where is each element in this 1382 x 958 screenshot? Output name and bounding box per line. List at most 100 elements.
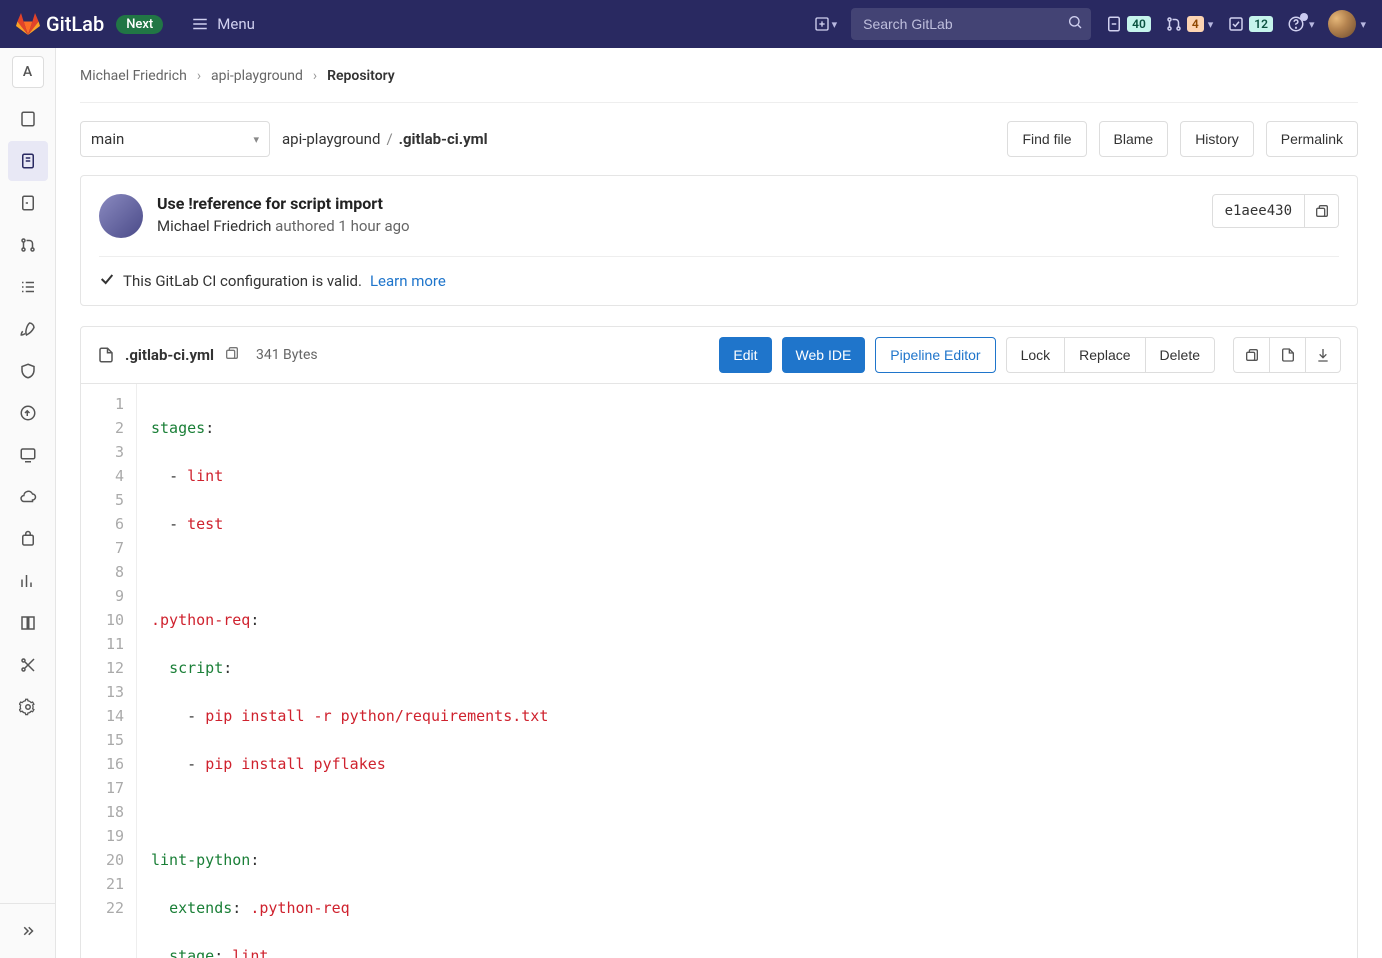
- breadcrumb-current: Repository: [327, 68, 395, 84]
- nav-merge-requests[interactable]: [8, 225, 48, 265]
- deployments-icon: [19, 404, 37, 422]
- issues-shortcut[interactable]: 40: [1105, 15, 1151, 33]
- user-menu[interactable]: ▾: [1328, 10, 1366, 38]
- collapse-sidebar[interactable]: [8, 911, 48, 951]
- issues-count: 40: [1127, 16, 1151, 32]
- nav-wiki[interactable]: [8, 603, 48, 643]
- menu-label: Menu: [217, 15, 255, 33]
- download-button[interactable]: [1305, 337, 1341, 373]
- file-toolbar: main ▾ api-playground / .gitlab-ci.yml F…: [80, 121, 1358, 157]
- hamburger-icon: [191, 15, 209, 33]
- permalink-button[interactable]: Permalink: [1266, 121, 1358, 157]
- breadcrumb-sep: ›: [197, 68, 201, 84]
- create-new-dropdown[interactable]: ▾: [814, 16, 838, 32]
- todos-shortcut[interactable]: 12: [1227, 15, 1273, 33]
- file-actions-group: Lock Replace Delete: [1006, 337, 1215, 373]
- nav-infrastructure[interactable]: [8, 477, 48, 517]
- nav-repository[interactable]: [8, 141, 48, 181]
- main-content: Michael Friedrich › api-playground › Rep…: [56, 48, 1382, 958]
- line-numbers[interactable]: 12345678910111213141516171819202122: [81, 384, 137, 958]
- list-icon: [19, 278, 37, 296]
- file-viewer: .gitlab-ci.yml 341 Bytes Edit Web IDE Pi…: [80, 326, 1358, 958]
- search-icon: [1067, 14, 1083, 34]
- branch-selector[interactable]: main ▾: [80, 121, 270, 157]
- breadcrumb-project[interactable]: api-playground: [211, 68, 303, 84]
- merge-request-icon: [19, 236, 37, 254]
- global-search[interactable]: [851, 8, 1091, 40]
- nav-settings[interactable]: [8, 687, 48, 727]
- commit-meta: Michael Friedrich authored 1 hour ago: [157, 217, 410, 235]
- breadcrumb: Michael Friedrich › api-playground › Rep…: [80, 68, 1358, 103]
- ci-validation-row: This GitLab CI configuration is valid. L…: [99, 256, 1339, 291]
- chevron-down-icon: ▾: [1208, 18, 1214, 31]
- nav-ci-cd[interactable]: [8, 309, 48, 349]
- delete-button[interactable]: Delete: [1145, 337, 1215, 373]
- nav-requirements[interactable]: [8, 267, 48, 307]
- nav-analytics[interactable]: [8, 561, 48, 601]
- document-icon: [1280, 347, 1296, 363]
- chevron-down-icon: ▾: [832, 18, 838, 31]
- blame-button[interactable]: Blame: [1099, 121, 1169, 157]
- menu-button[interactable]: Menu: [191, 15, 255, 33]
- nav-security[interactable]: [8, 351, 48, 391]
- find-file-button[interactable]: Find file: [1007, 121, 1086, 157]
- todo-count: 12: [1249, 16, 1273, 32]
- chevron-down-icon: ▾: [253, 133, 259, 146]
- todo-icon: [1227, 15, 1245, 33]
- next-badge[interactable]: Next: [116, 15, 163, 34]
- book-icon: [19, 614, 37, 632]
- nav-project-info[interactable]: [8, 99, 48, 139]
- nav-packages[interactable]: [8, 519, 48, 559]
- chevron-down-icon: ▾: [1360, 18, 1366, 31]
- commit-time: 1 hour ago: [338, 217, 409, 235]
- project-avatar[interactable]: A: [12, 56, 44, 88]
- edit-button[interactable]: Edit: [719, 337, 771, 373]
- monitor-icon: [19, 446, 37, 464]
- clipboard-icon: [1314, 203, 1330, 219]
- project-sidebar: A: [0, 48, 56, 958]
- chevron-down-icon: ▾: [1309, 18, 1315, 31]
- help-dropdown[interactable]: ▾: [1287, 15, 1315, 33]
- top-navbar: GitLab Next Menu ▾ 40 4 ▾ 12: [0, 0, 1382, 48]
- file-icon: [97, 346, 115, 364]
- raw-button[interactable]: [1269, 337, 1305, 373]
- breadcrumb-owner[interactable]: Michael Friedrich: [80, 68, 187, 84]
- merge-requests-shortcut[interactable]: 4 ▾: [1165, 15, 1213, 33]
- branch-name: main: [91, 130, 124, 148]
- clipboard-icon: [1244, 347, 1260, 363]
- path-file: .gitlab-ci.yml: [399, 130, 488, 148]
- history-button[interactable]: History: [1180, 121, 1254, 157]
- lock-button[interactable]: Lock: [1006, 337, 1065, 373]
- nav-issues[interactable]: [8, 183, 48, 223]
- commit-author[interactable]: Michael Friedrich: [157, 217, 271, 235]
- pipeline-editor-button[interactable]: Pipeline Editor: [875, 337, 995, 373]
- copy-file-path-button[interactable]: [224, 345, 240, 365]
- search-input[interactable]: [851, 16, 1091, 32]
- nav-deployments[interactable]: [8, 393, 48, 433]
- copy-contents-button[interactable]: [1233, 337, 1269, 373]
- commit-author-avatar[interactable]: [99, 194, 143, 238]
- path-project[interactable]: api-playground: [282, 130, 380, 148]
- webide-button[interactable]: Web IDE: [782, 337, 866, 373]
- ci-learn-more-link[interactable]: Learn more: [370, 272, 446, 290]
- tanuki-icon: [16, 12, 40, 36]
- code-content[interactable]: stages: - lint - test .python-req: scrip…: [137, 384, 548, 958]
- chart-icon: [19, 572, 37, 590]
- file-icon-actions: [1233, 337, 1341, 373]
- commit-sha[interactable]: e1aee430: [1212, 194, 1305, 228]
- chevrons-right-icon: [19, 922, 37, 940]
- copy-sha-button[interactable]: [1305, 194, 1339, 228]
- file-name: .gitlab-ci.yml: [125, 346, 214, 364]
- project-icon: [19, 110, 37, 128]
- clipboard-icon: [224, 345, 240, 361]
- nav-snippets[interactable]: [8, 645, 48, 685]
- nav-monitor[interactable]: [8, 435, 48, 475]
- file-header: .gitlab-ci.yml 341 Bytes Edit Web IDE Pi…: [81, 327, 1357, 384]
- file-path: api-playground / .gitlab-ci.yml: [282, 130, 488, 148]
- commit-title[interactable]: Use !reference for script import: [157, 194, 410, 213]
- gitlab-logo[interactable]: GitLab: [16, 12, 104, 36]
- replace-button[interactable]: Replace: [1064, 337, 1144, 373]
- check-icon: [99, 271, 115, 291]
- issues-icon: [19, 194, 37, 212]
- repository-icon: [19, 152, 37, 170]
